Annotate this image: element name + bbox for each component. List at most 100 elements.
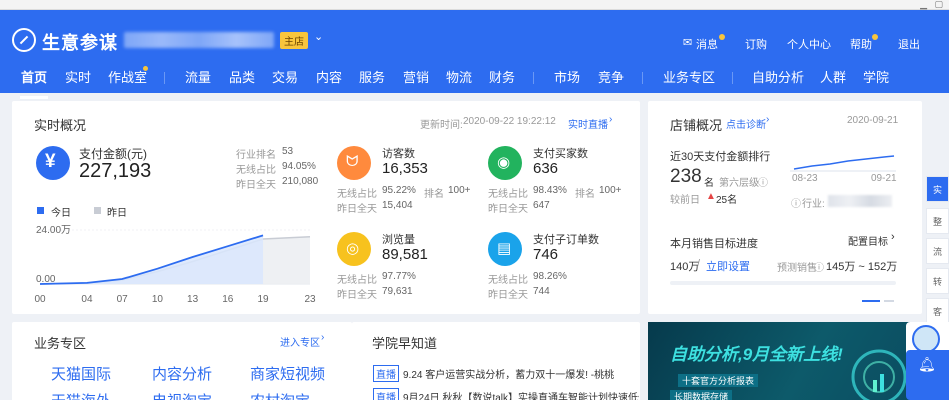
metric-value: 89,581 xyxy=(382,246,428,263)
topnav-orders[interactable]: 订购 xyxy=(745,36,767,52)
side-tab[interactable]: 转 xyxy=(926,268,949,294)
x-tick-label: 19 xyxy=(257,294,269,305)
side-tab[interactable]: 流 xyxy=(926,238,949,264)
window-titlebar: ▁ ▢ xyxy=(0,0,949,10)
menu-warroom[interactable]: 作战室 xyxy=(108,67,147,86)
configure-target-link[interactable]: 配置目标 xyxy=(848,233,888,248)
pay-trend-chart: 24.00万0.0000 04 07 10 13 16 19 23 xyxy=(34,225,316,305)
topnav-help[interactable]: 帮助 xyxy=(850,36,872,52)
industry-label: 行业: xyxy=(802,199,825,210)
menu-competition[interactable]: 竞争 xyxy=(598,67,624,86)
menu-marketing[interactable]: 营销 xyxy=(403,67,429,86)
menu-trade[interactable]: 交易 xyxy=(272,67,298,86)
topnav-messages[interactable]: 消息 xyxy=(696,36,718,52)
legend-today-swatch xyxy=(37,207,44,214)
diagnose-link[interactable]: 点击诊断 xyxy=(726,116,766,131)
metric-sub-label: 无线占比 xyxy=(488,189,528,200)
eye-icon: ◎ xyxy=(337,232,371,266)
menu-market[interactable]: 市场 xyxy=(554,67,580,86)
live-link[interactable]: 实时直播 xyxy=(568,116,608,131)
shop-date: 2020-09-21 xyxy=(847,115,899,126)
promo-banner[interactable]: 自助分析,9月全新上线! 十套官方分析报表 长期数据存储 xyxy=(648,322,926,400)
active-menu-indicator xyxy=(20,96,48,99)
realtime-title: 实时概况 xyxy=(34,118,87,133)
x-tick-label: 00 xyxy=(34,294,46,305)
biz-item-tmall-overseas[interactable]: 天猫海外 xyxy=(51,390,111,400)
chevron-down-icon[interactable]: ⌄ xyxy=(314,30,323,43)
menu-traffic[interactable]: 流量 xyxy=(185,67,211,86)
academy-item[interactable]: 9.24 客户运营实战分析，蓄力双十一爆发! -桃桃 xyxy=(403,366,635,381)
menu-business-zone[interactable]: 业务专区 xyxy=(663,67,715,86)
info-icon[interactable]: ⓘ xyxy=(814,259,824,274)
notification-panel-button[interactable]: 🔔︎ xyxy=(906,350,949,400)
metric-sub-label: 昨日全天 xyxy=(488,290,528,301)
metric-sub-value: 98.26% xyxy=(533,271,567,282)
industry-name-blurred xyxy=(828,195,892,207)
yuan-icon: ¥ xyxy=(36,146,70,180)
set-target-link[interactable]: 立即设置 xyxy=(706,258,750,274)
metric-sub-value: 98.43% xyxy=(533,185,567,196)
x-tick-label: 10 xyxy=(152,294,164,305)
side-tab[interactable]: 实 xyxy=(926,176,949,202)
biz-item-tmall-global[interactable]: 天猫国际 xyxy=(51,363,111,384)
menu-service[interactable]: 服务 xyxy=(359,67,385,86)
carousel-indicator[interactable] xyxy=(884,300,894,302)
forecast-range: 145万 ~ 152万 xyxy=(826,261,898,273)
shop-title: 店铺概况 xyxy=(670,118,723,133)
notification-dot xyxy=(143,66,148,71)
info-icon[interactable]: ⓘ xyxy=(758,174,768,189)
logo-icon[interactable] xyxy=(12,28,36,52)
rank-sparkline xyxy=(790,155,896,172)
carousel-indicator-active[interactable] xyxy=(862,300,880,302)
info-icon[interactable]: ⓘ xyxy=(791,195,801,210)
analytics-illustration-icon xyxy=(851,349,907,400)
metric-sub-label: 昨日全天 xyxy=(337,204,377,215)
pay-share-label: 无线占比 xyxy=(236,165,276,176)
mail-icon[interactable]: ✉ xyxy=(683,36,692,49)
biz-item-tv-taobao[interactable]: 电视淘宝 xyxy=(152,390,212,400)
shop-name-blurred xyxy=(124,32,274,48)
menu-content[interactable]: 内容 xyxy=(316,67,342,86)
x-tick-label: 04 xyxy=(81,294,93,305)
side-tab[interactable]: 整 xyxy=(926,208,949,234)
menu-divider xyxy=(164,72,165,84)
biz-item-rural-taobao[interactable]: 农村淘宝 xyxy=(250,390,310,400)
menu-realtime[interactable]: 实时 xyxy=(65,67,91,86)
target-value: 140万 xyxy=(670,261,700,273)
metric-sub-value: 95.22% xyxy=(382,185,416,196)
pay-yesterday-label: 昨日全天 xyxy=(236,180,276,191)
business-zone-card: 业务专区 进入专区 › 天猫国际 内容分析 商家短视频 天猫海外 电视淘宝 农村… xyxy=(12,322,352,400)
metric-sub-value: 15,404 xyxy=(382,200,413,211)
business-zone-title: 业务专区 xyxy=(34,336,87,351)
chevron-right-icon[interactable]: › xyxy=(321,332,324,343)
foot-icon: ᗢ xyxy=(337,146,371,180)
x-tick-label: 13 xyxy=(187,294,199,305)
minimize-icon[interactable]: ▁ xyxy=(920,0,927,9)
menu-home[interactable]: 首页 xyxy=(21,67,47,86)
forecast-label: 预测销售 xyxy=(777,263,817,274)
biz-item-content-analysis[interactable]: 内容分析 xyxy=(152,363,212,384)
enter-zone-link[interactable]: 进入专区 xyxy=(280,334,320,349)
chevron-right-icon[interactable]: › xyxy=(891,231,895,243)
banner-line-1: 十套官方分析报表 xyxy=(678,374,759,387)
close-icon[interactable]: ▢ xyxy=(934,0,943,9)
menu-academy[interactable]: 学院 xyxy=(863,67,889,86)
menu-category[interactable]: 品类 xyxy=(229,67,255,86)
rank-level: 第六层级 xyxy=(719,178,759,189)
topnav-logout[interactable]: 退出 xyxy=(898,36,920,52)
brand-title[interactable]: 生意参谋 xyxy=(42,29,118,55)
menu-logistics[interactable]: 物流 xyxy=(446,67,472,86)
academy-item[interactable]: 9月24日 秋秋【数说talk】实操直通车智能计划快速低价引流 xyxy=(403,389,639,400)
topnav-profile[interactable]: 个人中心 xyxy=(787,36,831,52)
chevron-right-icon[interactable]: › xyxy=(609,114,612,125)
live-tag: 直播 xyxy=(373,365,399,382)
metric-sub-value: 97.77% xyxy=(382,271,416,282)
menu-crowd[interactable]: 人群 xyxy=(820,67,846,86)
side-tab[interactable]: 客 xyxy=(926,298,949,324)
menu-finance[interactable]: 财务 xyxy=(489,67,515,86)
biz-item-short-video[interactable]: 商家短视频 xyxy=(250,363,325,384)
menu-self-analysis[interactable]: 自助分析 xyxy=(752,67,804,86)
chevron-right-icon[interactable]: › xyxy=(766,114,769,125)
metric-sub-label: 昨日全天 xyxy=(337,290,377,301)
realtime-overview-card: 实时概况 更新时间: 2020-09-22 19:22:12 实时直播 › ¥ … xyxy=(12,101,640,314)
